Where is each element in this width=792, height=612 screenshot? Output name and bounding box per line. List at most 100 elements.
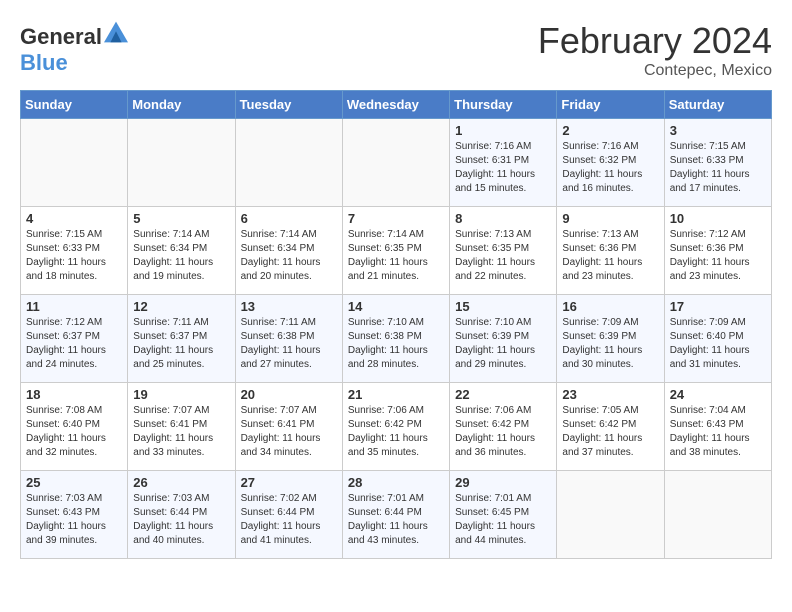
calendar-cell: 4 Sunrise: 7:15 AMSunset: 6:33 PMDaylight… (21, 207, 128, 295)
day-number: 1 (455, 123, 551, 138)
day-info: Sunrise: 7:14 AMSunset: 6:34 PMDaylight:… (133, 228, 229, 284)
day-info: Sunrise: 7:13 AMSunset: 6:36 PMDaylight:… (562, 228, 658, 284)
calendar-cell: 26Sunrise: 7:03 AMSunset: 6:44 PMDayligh… (128, 471, 235, 559)
calendar-cell: 17 Sunrise: 7:09 AMSunset: 6:40 PMDayligh… (664, 295, 771, 383)
logo-text: General Blue (20, 20, 128, 76)
day-number: 17 (670, 299, 766, 314)
day-number: 24 (670, 387, 766, 402)
day-info: Sunrise: 7:06 AMSunset: 6:42 PMDaylight:… (455, 404, 551, 460)
day-number: 20 (241, 387, 337, 402)
calendar-cell: 14 Sunrise: 7:10 AMSunset: 6:38 PMDayligh… (342, 295, 449, 383)
calendar-cell: 2 Sunrise: 7:16 AMSunset: 6:32 PMDaylight… (557, 119, 664, 207)
weekday-header-saturday: Saturday (664, 91, 771, 119)
calendar-cell (557, 471, 664, 559)
calendar-header: SundayMondayTuesdayWednesdayThursdayFrid… (21, 91, 772, 119)
calendar-cell: 15 Sunrise: 7:10 AMSunset: 6:39 PMDayligh… (450, 295, 557, 383)
day-number: 5 (133, 211, 229, 226)
day-number: 9 (562, 211, 658, 226)
location-subtitle: Contepec, Mexico (538, 62, 772, 80)
calendar-cell (21, 119, 128, 207)
day-number: 23 (562, 387, 658, 402)
weekday-header-wednesday: Wednesday (342, 91, 449, 119)
calendar-cell: 13 Sunrise: 7:11 AMSunset: 6:38 PMDayligh… (235, 295, 342, 383)
day-number: 14 (348, 299, 444, 314)
day-info: Sunrise: 7:10 AMSunset: 6:39 PMDaylight:… (455, 316, 551, 372)
calendar-cell: 1 Sunrise: 7:16 AMSunset: 6:31 PMDaylight… (450, 119, 557, 207)
calendar-cell: 7 Sunrise: 7:14 AMSunset: 6:35 PMDaylight… (342, 207, 449, 295)
day-number: 28 (348, 475, 444, 490)
logo: General Blue (20, 20, 128, 76)
weekday-header-friday: Friday (557, 91, 664, 119)
calendar-cell: 9 Sunrise: 7:13 AMSunset: 6:36 PMDaylight… (557, 207, 664, 295)
day-info: Sunrise: 7:16 AMSunset: 6:32 PMDaylight:… (562, 140, 658, 196)
day-info: Sunrise: 7:05 AMSunset: 6:42 PMDaylight:… (562, 404, 658, 460)
day-info: Sunrise: 7:14 AMSunset: 6:34 PMDaylight:… (241, 228, 337, 284)
day-number: 18 (26, 387, 122, 402)
day-number: 4 (26, 211, 122, 226)
day-number: 27 (241, 475, 337, 490)
day-number: 12 (133, 299, 229, 314)
day-info: Sunrise: 7:03 AMSunset: 6:44 PMDaylight:… (133, 492, 229, 548)
day-info: Sunrise: 7:02 AMSunset: 6:44 PMDaylight:… (241, 492, 337, 548)
calendar-cell (664, 471, 771, 559)
day-info: Sunrise: 7:07 AMSunset: 6:41 PMDaylight:… (241, 404, 337, 460)
day-number: 8 (455, 211, 551, 226)
day-info: Sunrise: 7:11 AMSunset: 6:37 PMDaylight:… (133, 316, 229, 372)
calendar-cell: 8 Sunrise: 7:13 AMSunset: 6:35 PMDaylight… (450, 207, 557, 295)
day-info: Sunrise: 7:10 AMSunset: 6:38 PMDaylight:… (348, 316, 444, 372)
day-number: 15 (455, 299, 551, 314)
day-info: Sunrise: 7:07 AMSunset: 6:41 PMDaylight:… (133, 404, 229, 460)
calendar-week-row: 25Sunrise: 7:03 AMSunset: 6:43 PMDayligh… (21, 471, 772, 559)
weekday-header-monday: Monday (128, 91, 235, 119)
day-number: 21 (348, 387, 444, 402)
calendar-cell: 28Sunrise: 7:01 AMSunset: 6:44 PMDayligh… (342, 471, 449, 559)
logo-icon (104, 20, 128, 44)
day-info: Sunrise: 7:09 AMSunset: 6:40 PMDaylight:… (670, 316, 766, 372)
calendar-table: SundayMondayTuesdayWednesdayThursdayFrid… (20, 90, 772, 559)
day-info: Sunrise: 7:14 AMSunset: 6:35 PMDaylight:… (348, 228, 444, 284)
calendar-cell: 3Sunrise: 7:15 AMSunset: 6:33 PMDaylight… (664, 119, 771, 207)
calendar-cell: 21 Sunrise: 7:06 AMSunset: 6:42 PMDayligh… (342, 383, 449, 471)
calendar-cell: 25Sunrise: 7:03 AMSunset: 6:43 PMDayligh… (21, 471, 128, 559)
calendar-cell: 18 Sunrise: 7:08 AMSunset: 6:40 PMDayligh… (21, 383, 128, 471)
calendar-cell: 16 Sunrise: 7:09 AMSunset: 6:39 PMDayligh… (557, 295, 664, 383)
calendar-week-row: 11Sunrise: 7:12 AMSunset: 6:37 PMDayligh… (21, 295, 772, 383)
day-number: 7 (348, 211, 444, 226)
day-info: Sunrise: 7:06 AMSunset: 6:42 PMDaylight:… (348, 404, 444, 460)
day-number: 11 (26, 299, 122, 314)
day-number: 13 (241, 299, 337, 314)
day-info: Sunrise: 7:13 AMSunset: 6:35 PMDaylight:… (455, 228, 551, 284)
calendar-cell: 29Sunrise: 7:01 AMSunset: 6:45 PMDayligh… (450, 471, 557, 559)
day-number: 29 (455, 475, 551, 490)
day-info: Sunrise: 7:11 AMSunset: 6:38 PMDaylight:… (241, 316, 337, 372)
calendar-cell: 12 Sunrise: 7:11 AMSunset: 6:37 PMDayligh… (128, 295, 235, 383)
day-info: Sunrise: 7:12 AMSunset: 6:36 PMDaylight:… (670, 228, 766, 284)
calendar-cell: 20 Sunrise: 7:07 AMSunset: 6:41 PMDayligh… (235, 383, 342, 471)
day-info: Sunrise: 7:15 AMSunset: 6:33 PMDaylight:… (670, 140, 766, 196)
calendar-body: 1 Sunrise: 7:16 AMSunset: 6:31 PMDaylight… (21, 119, 772, 559)
day-number: 16 (562, 299, 658, 314)
calendar-cell: 27 Sunrise: 7:02 AMSunset: 6:44 PMDayligh… (235, 471, 342, 559)
calendar-cell: 6Sunrise: 7:14 AMSunset: 6:34 PMDaylight… (235, 207, 342, 295)
weekday-header-row: SundayMondayTuesdayWednesdayThursdayFrid… (21, 91, 772, 119)
day-info: Sunrise: 7:09 AMSunset: 6:39 PMDaylight:… (562, 316, 658, 372)
month-year-title: February 2024 (538, 20, 772, 62)
calendar-week-row: 4 Sunrise: 7:15 AMSunset: 6:33 PMDaylight… (21, 207, 772, 295)
day-number: 22 (455, 387, 551, 402)
calendar-cell: 11Sunrise: 7:12 AMSunset: 6:37 PMDayligh… (21, 295, 128, 383)
day-number: 2 (562, 123, 658, 138)
calendar-cell: 5 Sunrise: 7:14 AMSunset: 6:34 PMDaylight… (128, 207, 235, 295)
logo-blue: Blue (20, 50, 68, 75)
day-info: Sunrise: 7:03 AMSunset: 6:43 PMDaylight:… (26, 492, 122, 548)
day-info: Sunrise: 7:08 AMSunset: 6:40 PMDaylight:… (26, 404, 122, 460)
weekday-header-sunday: Sunday (21, 91, 128, 119)
day-info: Sunrise: 7:15 AMSunset: 6:33 PMDaylight:… (26, 228, 122, 284)
day-info: Sunrise: 7:04 AMSunset: 6:43 PMDaylight:… (670, 404, 766, 460)
title-block: February 2024 Contepec, Mexico (538, 20, 772, 80)
day-number: 10 (670, 211, 766, 226)
page-header: General Blue February 2024 Contepec, Mex… (20, 20, 772, 80)
day-info: Sunrise: 7:16 AMSunset: 6:31 PMDaylight:… (455, 140, 551, 196)
weekday-header-thursday: Thursday (450, 91, 557, 119)
calendar-week-row: 18 Sunrise: 7:08 AMSunset: 6:40 PMDayligh… (21, 383, 772, 471)
logo-general: General (20, 24, 102, 49)
